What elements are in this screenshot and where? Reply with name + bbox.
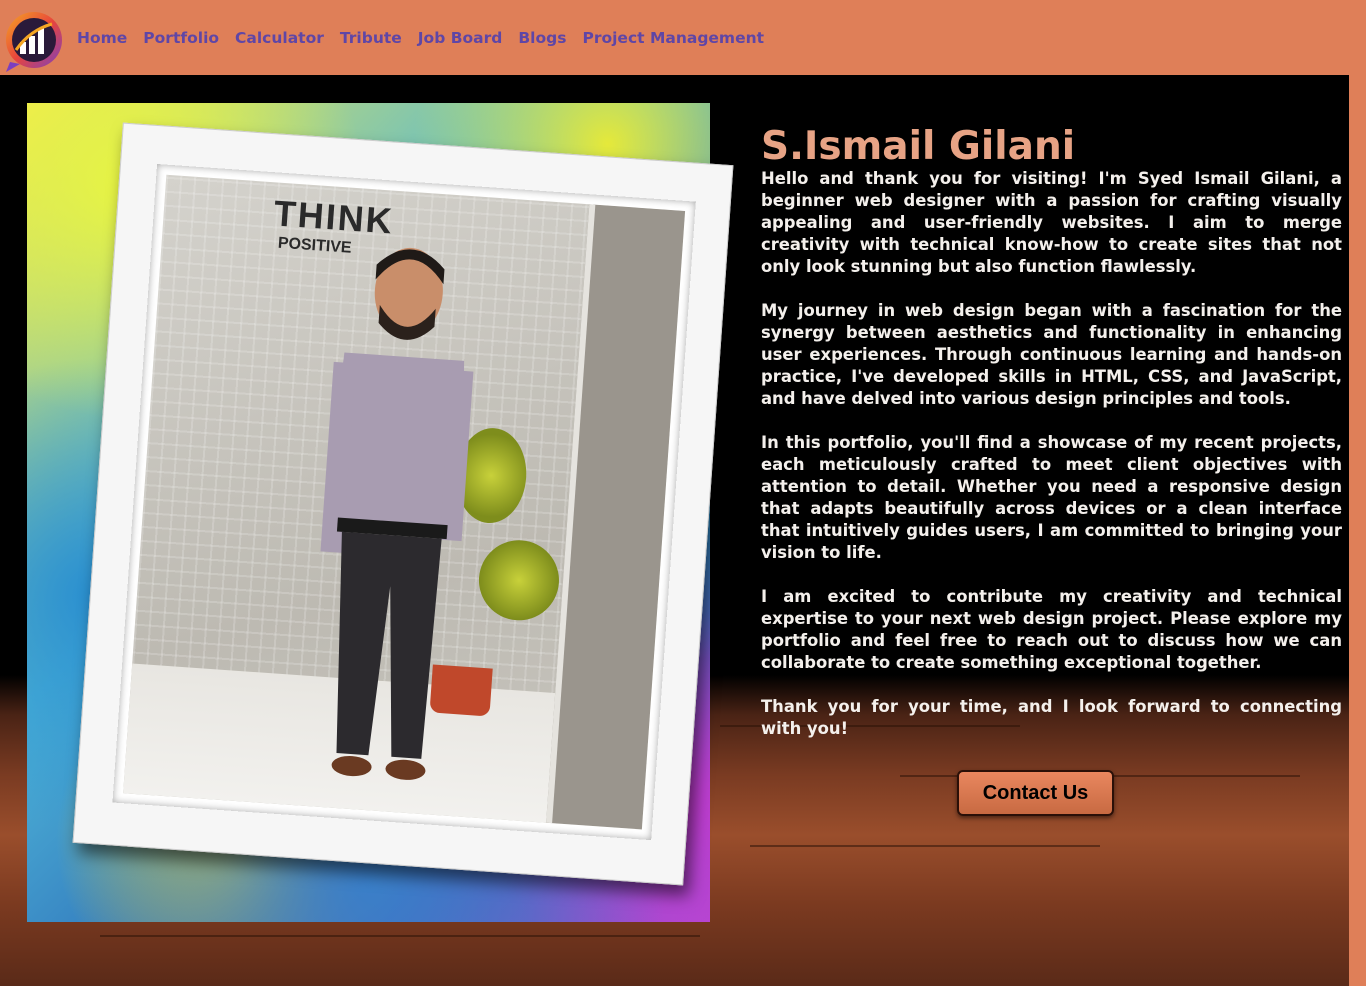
nav-link-portfolio[interactable]: Portfolio: [143, 28, 219, 48]
nav-link-project-management[interactable]: Project Management: [582, 28, 764, 48]
wood-grain: [750, 845, 1100, 847]
bio-text: Hello and thank you for visiting! I'm Sy…: [761, 168, 1342, 762]
nav-link-job-board[interactable]: Job Board: [418, 28, 503, 48]
bio-paragraph-3: In this portfolio, you'll find a showcas…: [761, 433, 1342, 562]
nav-link-tribute[interactable]: Tribute: [340, 28, 402, 48]
page-title: S.Ismail Gilani: [761, 124, 1076, 169]
navbar: Home Portfolio Calculator Tribute Job Bo…: [0, 0, 1366, 75]
nav-link-calculator[interactable]: Calculator: [235, 28, 324, 48]
bio-paragraph-1: Hello and thank you for visiting! I'm Sy…: [761, 169, 1342, 276]
nav-link-home[interactable]: Home: [77, 28, 127, 48]
photo-frame: THINK POSITIVE: [72, 122, 734, 886]
bio-paragraph-2: My journey in web design began with a fa…: [761, 301, 1342, 408]
profile-photo-background: THINK POSITIVE: [27, 103, 734, 922]
profile-photo: THINK POSITIVE: [123, 174, 686, 830]
wood-grain: [100, 935, 700, 937]
nav-link-blogs[interactable]: Blogs: [518, 28, 566, 48]
right-strip: [1349, 75, 1366, 986]
contact-us-button[interactable]: Contact Us: [957, 770, 1114, 816]
photo-frame-inner: THINK POSITIVE: [112, 164, 696, 841]
nav-links: Home Portfolio Calculator Tribute Job Bo…: [77, 28, 780, 48]
main-section: THINK POSITIVE S.Ismail Gilani Hello and…: [0, 75, 1349, 986]
bio-paragraph-5: Thank you for your time, and I look forw…: [761, 697, 1342, 738]
logo-icon[interactable]: [0, 10, 68, 74]
bio-paragraph-4: I am excited to contribute my creativity…: [761, 587, 1342, 672]
